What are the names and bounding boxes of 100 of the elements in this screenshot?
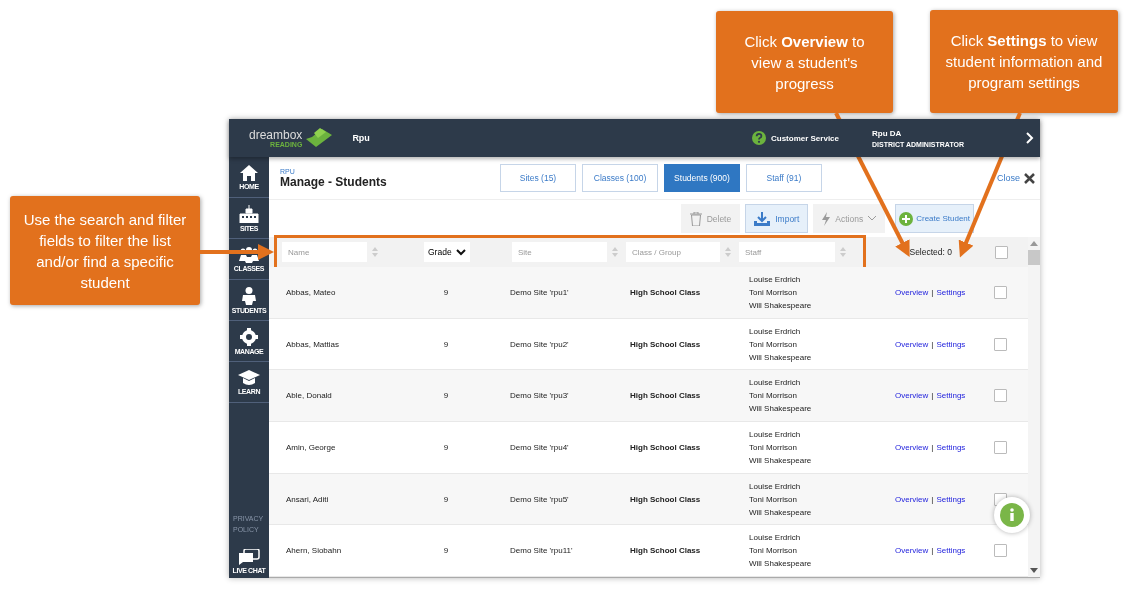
link-separator: | — [931, 287, 934, 297]
class-filter-field[interactable]: Class / Group — [626, 242, 720, 262]
scrollbar[interactable] — [1028, 237, 1040, 577]
grade-dropdown[interactable]: Grade — [424, 242, 470, 262]
scroll-thumb[interactable] — [1028, 250, 1040, 265]
site-cell-text: Demo Site 'rpu3' — [510, 391, 570, 401]
close-button[interactable]: Close — [997, 172, 1035, 184]
settings-link[interactable]: Settings — [936, 287, 966, 297]
row-checkbox[interactable] — [994, 544, 1007, 558]
site-cell-text: Demo Site 'rpu1' — [510, 287, 570, 297]
school-building-icon — [239, 204, 259, 223]
callout: Click Settings to view student information and program settings — [930, 10, 1118, 113]
sort-icon[interactable] — [725, 247, 731, 257]
chat-bubbles-icon — [238, 549, 260, 565]
grade-cell-text: 9 — [442, 546, 450, 556]
grade-cell-text: 9 — [442, 442, 450, 452]
class-cell-text: High School Class — [630, 494, 702, 504]
overview-link[interactable]: Overview — [895, 494, 929, 504]
home-icon — [240, 164, 258, 181]
class-cell-text: High School Class — [630, 391, 702, 401]
name-filter-field[interactable]: Name — [282, 242, 367, 262]
student-name: Ahern, Siobahn — [286, 546, 343, 556]
row-checkbox[interactable] — [994, 389, 1007, 403]
link-separator: | — [931, 546, 934, 556]
settings-link[interactable]: Settings — [936, 391, 966, 401]
row-checkbox[interactable] — [994, 337, 1007, 351]
staff-name: Toni Morrison — [749, 545, 798, 558]
settings-link[interactable]: Settings — [936, 494, 966, 504]
overview-link[interactable]: Overview — [895, 287, 929, 297]
staff-filter-field[interactable]: Staff — [739, 242, 835, 262]
info-icon — [1000, 503, 1024, 527]
selected-count: Selected: 0 — [909, 247, 952, 257]
person-icon — [241, 286, 257, 305]
chevron-right-icon[interactable] — [1026, 132, 1034, 144]
tab[interactable]: Staff (91) — [746, 164, 822, 192]
overview-link[interactable]: Overview — [895, 339, 929, 349]
create-button[interactable]: Create Student — [895, 204, 974, 233]
user-name: Rpu DA — [872, 128, 903, 138]
site-cell-text: Demo Site 'rpu2' — [510, 339, 570, 349]
overview-link[interactable]: Overview — [895, 442, 929, 452]
staff-name: Will Shakespeare — [749, 558, 813, 571]
student-name: Ansari, Aditi — [286, 494, 330, 504]
staff-name: Will Shakespeare — [749, 454, 813, 467]
sort-icon[interactable] — [612, 247, 618, 257]
staff-name: Toni Morrison — [749, 338, 798, 351]
import-button[interactable]: Import — [745, 204, 809, 233]
page-title: Manage - Students — [280, 174, 388, 189]
grade-cell-text: 9 — [442, 339, 450, 349]
staff-name: Will Shakespeare — [749, 506, 813, 519]
scroll-down-icon[interactable] — [1030, 568, 1038, 573]
settings-link[interactable]: Settings — [936, 442, 966, 452]
link-separator: | — [931, 442, 934, 452]
settings-link[interactable]: Settings — [936, 546, 966, 556]
callout: Click Overview to view a student's progress — [716, 11, 893, 113]
overview-link[interactable]: Overview — [895, 391, 929, 401]
callout: Use the search and filter fields to filter the list and/or find a specific student — [10, 196, 200, 305]
caret-icon — [868, 216, 877, 221]
student-name: Able, Donald — [286, 391, 333, 401]
staff-name: Louise Erdrich — [749, 377, 802, 390]
grade-cell-text: 9 — [442, 287, 450, 297]
gear-icon — [240, 327, 258, 346]
org-name: Rpu — [352, 133, 370, 143]
sort-icon[interactable] — [372, 247, 378, 257]
staff-name: Toni Morrison — [749, 441, 798, 454]
scroll-up-icon[interactable] — [1030, 241, 1038, 246]
student-name: Abbas, Mattias — [286, 339, 340, 349]
close-icon — [1024, 172, 1035, 184]
staff-name: Toni Morrison — [749, 493, 798, 506]
logo-text: dreambox — [249, 128, 303, 141]
select-all-checkbox[interactable] — [995, 245, 1008, 259]
tab[interactable]: Students (900) — [664, 164, 740, 192]
staff-name: Louise Erdrich — [749, 428, 802, 441]
site-filter-field[interactable]: Site — [512, 242, 607, 262]
class-cell-text: High School Class — [630, 339, 702, 349]
grade-cell-text: 9 — [442, 391, 450, 401]
row-checkbox[interactable] — [994, 440, 1007, 454]
chevron-down-icon — [455, 248, 466, 256]
grade-cell-text: 9 — [442, 494, 450, 504]
site-cell-text: Demo Site 'rpu5' — [510, 494, 570, 504]
class-cell-text: High School Class — [630, 442, 702, 452]
lightning-icon — [822, 211, 831, 226]
staff-name: Will Shakespeare — [749, 299, 813, 312]
link-separator: | — [931, 494, 934, 504]
customer-service-link[interactable]: Customer Service — [770, 133, 839, 143]
tab[interactable]: Sites (15) — [500, 164, 576, 192]
group-icon — [238, 246, 260, 263]
link-separator: | — [931, 391, 934, 401]
download-icon — [754, 211, 771, 226]
overview-link[interactable]: Overview — [895, 546, 929, 556]
help-icon[interactable] — [751, 131, 766, 145]
staff-name: Louise Erdrich — [749, 532, 802, 545]
site-cell-text: Demo Site 'rpu4' — [510, 442, 570, 452]
settings-link[interactable]: Settings — [936, 339, 966, 349]
row-checkbox[interactable] — [994, 285, 1007, 299]
tab[interactable]: Classes (100) — [582, 164, 658, 192]
class-cell-text: High School Class — [630, 287, 702, 297]
staff-name: Will Shakespeare — [749, 403, 813, 416]
student-name: Amin, George — [286, 442, 337, 452]
student-name: Abbas, Mateo — [286, 287, 337, 297]
sort-icon[interactable] — [840, 247, 846, 257]
